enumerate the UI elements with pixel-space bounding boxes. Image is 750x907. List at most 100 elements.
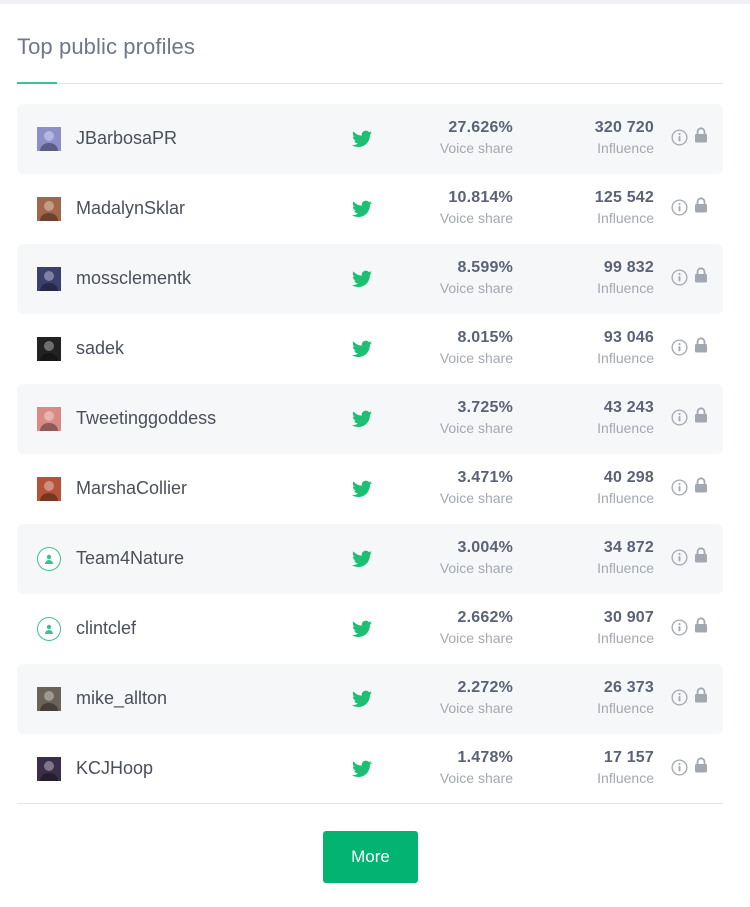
profile-name[interactable]: MarshaCollier bbox=[76, 478, 187, 499]
profile-row[interactable]: mossclementk 8.599% Voice share 99 832 I… bbox=[17, 244, 723, 314]
voice-share: 1.478% Voice share bbox=[440, 749, 513, 786]
voice-share: 8.015% Voice share bbox=[440, 329, 513, 366]
avatar[interactable] bbox=[37, 407, 61, 431]
influence-label: Influence bbox=[597, 210, 654, 226]
influence-value: 99 832 bbox=[603, 259, 654, 276]
influence: 125 542 Influence bbox=[595, 189, 654, 226]
info-icon[interactable] bbox=[671, 759, 688, 776]
twitter-icon bbox=[352, 130, 372, 147]
voice-share-value: 3.725% bbox=[457, 399, 513, 416]
info-icon[interactable] bbox=[671, 549, 688, 566]
voice-share: 3.004% Voice share bbox=[440, 539, 513, 576]
info-icon[interactable] bbox=[671, 199, 688, 216]
info-icon[interactable] bbox=[671, 129, 688, 146]
influence-value: 40 298 bbox=[603, 469, 654, 486]
twitter-icon bbox=[352, 760, 372, 777]
influence-value: 125 542 bbox=[594, 189, 654, 206]
twitter-icon bbox=[352, 200, 372, 217]
lock-icon[interactable] bbox=[694, 547, 708, 563]
profile-row[interactable]: sadek 8.015% Voice share 93 046 Influenc… bbox=[17, 314, 723, 384]
voice-share-label: Voice share bbox=[439, 770, 513, 786]
influence-value: 43 243 bbox=[603, 399, 654, 416]
tab-indicator bbox=[17, 82, 57, 84]
info-icon[interactable] bbox=[671, 479, 688, 496]
influence-label: Influence bbox=[597, 490, 654, 506]
avatar-photo bbox=[40, 271, 58, 291]
user-icon bbox=[45, 554, 53, 564]
lock-icon[interactable] bbox=[694, 617, 708, 633]
influence-value: 26 373 bbox=[603, 679, 654, 696]
influence-value: 17 157 bbox=[603, 749, 654, 766]
influence: 30 907 Influence bbox=[597, 609, 654, 646]
twitter-icon bbox=[352, 480, 372, 497]
avatar-photo bbox=[40, 341, 58, 361]
info-icon[interactable] bbox=[671, 689, 688, 706]
info-icon[interactable] bbox=[671, 409, 688, 426]
avatar[interactable] bbox=[37, 757, 61, 781]
avatar[interactable] bbox=[37, 477, 61, 501]
voice-share: 2.662% Voice share bbox=[440, 609, 513, 646]
avatar-photo bbox=[40, 201, 58, 221]
profile-row[interactable]: MarshaCollier 3.471% Voice share 40 298 … bbox=[17, 454, 723, 524]
avatar[interactable] bbox=[37, 267, 61, 291]
voice-share-label: Voice share bbox=[439, 420, 513, 436]
lock-icon[interactable] bbox=[694, 267, 708, 283]
info-icon[interactable] bbox=[671, 269, 688, 286]
profile-name[interactable]: KCJHoop bbox=[76, 758, 153, 779]
profile-name[interactable]: sadek bbox=[76, 338, 124, 359]
lock-icon[interactable] bbox=[694, 197, 708, 213]
profile-row[interactable]: clintclef 2.662% Voice share 30 907 Infl… bbox=[17, 594, 723, 664]
voice-share-value: 27.626% bbox=[448, 119, 513, 136]
profile-row[interactable]: Team4Nature 3.004% Voice share 34 872 In… bbox=[17, 524, 723, 594]
lock-icon[interactable] bbox=[694, 127, 708, 143]
profile-row[interactable]: MadalynSklar 10.814% Voice share 125 542… bbox=[17, 174, 723, 244]
lock-icon[interactable] bbox=[694, 757, 708, 773]
influence: 320 720 Influence bbox=[595, 119, 654, 156]
voice-share: 27.626% Voice share bbox=[440, 119, 513, 156]
influence: 43 243 Influence bbox=[597, 399, 654, 436]
profile-name[interactable]: mossclementk bbox=[76, 268, 191, 289]
voice-share-label: Voice share bbox=[439, 280, 513, 296]
default-avatar-icon[interactable] bbox=[37, 617, 61, 641]
info-icon[interactable] bbox=[671, 619, 688, 636]
top-bar bbox=[0, 0, 750, 4]
avatar[interactable] bbox=[37, 197, 61, 221]
profile-name[interactable]: mike_allton bbox=[76, 688, 167, 709]
voice-share-label: Voice share bbox=[439, 140, 513, 156]
avatar-photo bbox=[40, 481, 58, 501]
influence: 93 046 Influence bbox=[597, 329, 654, 366]
twitter-icon bbox=[352, 270, 372, 287]
voice-share-value: 8.015% bbox=[457, 329, 513, 346]
lock-icon[interactable] bbox=[694, 477, 708, 493]
profile-name[interactable]: clintclef bbox=[76, 618, 136, 639]
profile-row[interactable]: Tweetinggoddess 3.725% Voice share 43 24… bbox=[17, 384, 723, 454]
influence-label: Influence bbox=[597, 700, 654, 716]
lock-icon[interactable] bbox=[694, 407, 708, 423]
avatar[interactable] bbox=[37, 687, 61, 711]
profile-row[interactable]: mike_allton 2.272% Voice share 26 373 In… bbox=[17, 664, 723, 734]
profile-name[interactable]: Team4Nature bbox=[76, 548, 184, 569]
influence: 26 373 Influence bbox=[597, 679, 654, 716]
profile-name[interactable]: Tweetinggoddess bbox=[76, 408, 216, 429]
profile-row[interactable]: JBarbosaPR 27.626% Voice share 320 720 I… bbox=[17, 104, 723, 174]
voice-share-label: Voice share bbox=[439, 210, 513, 226]
influence-label: Influence bbox=[597, 280, 654, 296]
avatar[interactable] bbox=[37, 127, 61, 151]
voice-share: 3.725% Voice share bbox=[440, 399, 513, 436]
profile-row[interactable]: KCJHoop 1.478% Voice share 17 157 Influe… bbox=[17, 734, 723, 804]
lock-icon[interactable] bbox=[694, 687, 708, 703]
more-button[interactable]: More bbox=[323, 831, 418, 883]
profile-name[interactable]: JBarbosaPR bbox=[76, 128, 177, 149]
profile-name[interactable]: MadalynSklar bbox=[76, 198, 185, 219]
influence: 34 872 Influence bbox=[597, 539, 654, 576]
lock-icon[interactable] bbox=[694, 337, 708, 353]
info-icon[interactable] bbox=[671, 339, 688, 356]
avatar-photo bbox=[40, 131, 58, 151]
divider bbox=[17, 83, 723, 84]
avatar[interactable] bbox=[37, 337, 61, 361]
default-avatar-icon[interactable] bbox=[37, 547, 61, 571]
influence-label: Influence bbox=[597, 560, 654, 576]
influence-label: Influence bbox=[597, 140, 654, 156]
divider bbox=[17, 803, 723, 804]
voice-share-label: Voice share bbox=[439, 490, 513, 506]
